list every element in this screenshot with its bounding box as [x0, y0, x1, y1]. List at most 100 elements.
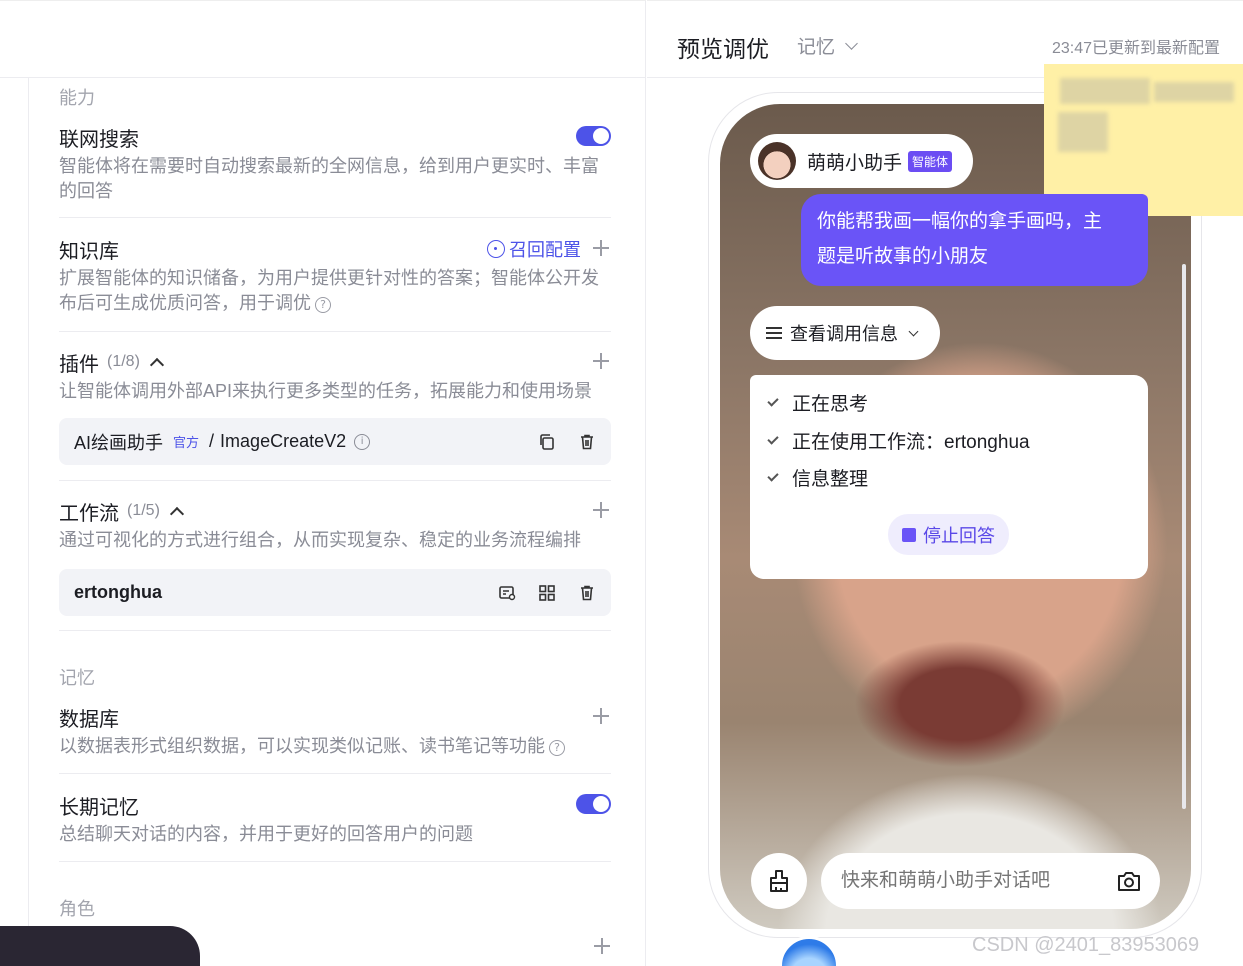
delete-icon[interactable]	[578, 433, 596, 451]
divider	[59, 861, 611, 862]
step-item: 信息整理	[767, 464, 869, 491]
plugin-api-name: ImageCreateV2	[220, 431, 347, 451]
progress-card: 正在思考 正在使用工作流：ertonghua 信息整理 停止回答	[750, 375, 1148, 579]
preview-title: 预览调优	[677, 36, 769, 62]
web-search-desc: 智能体将在需要时自动搜索最新的全网信息，给到用户更实时、丰富的回答	[59, 156, 599, 201]
target-icon	[487, 240, 505, 258]
chevron-up-icon[interactable]	[149, 357, 164, 373]
long-memory-toggle[interactable]	[576, 794, 611, 814]
floating-assistant-button[interactable]	[779, 936, 839, 966]
step-item: 正在思考	[767, 389, 869, 416]
add-database-button[interactable]	[591, 706, 611, 726]
workflow-header[interactable]: 工作流 (1/5)	[59, 498, 611, 525]
memory-dropdown-label: 记忆	[797, 37, 836, 58]
plugins-count: (1/8)	[107, 353, 140, 370]
workflow-actions	[498, 584, 596, 602]
long-memory-desc: 总结聊天对话的内容，并用于更好的回答用户的问题	[59, 824, 473, 844]
watermark: CSDN @2401_83953069	[972, 934, 1200, 956]
add-plugin-button[interactable]	[591, 351, 611, 371]
plugin-actions	[538, 433, 596, 451]
divider	[59, 331, 611, 332]
workflow-count: (1/5)	[127, 502, 160, 519]
chat-scrollbar[interactable]	[1182, 264, 1186, 809]
add-knowledge-button[interactable]	[591, 238, 611, 258]
section-ability: 能力	[59, 88, 95, 108]
stop-label: 停止回答	[923, 525, 995, 546]
check-icon	[767, 469, 779, 482]
brush-icon	[770, 870, 788, 892]
help-icon[interactable]: ?	[549, 740, 565, 756]
config-header	[0, 0, 646, 78]
database-title: 数据库	[59, 708, 119, 731]
help-icon[interactable]: ?	[315, 297, 331, 313]
chevron-down-icon	[845, 36, 858, 50]
recall-config-link[interactable]: 召回配置	[487, 236, 581, 262]
recall-config-label: 召回配置	[509, 240, 581, 260]
database-desc: 以数据表形式组织数据，可以实现类似记账、读书笔记等功能?	[59, 734, 611, 759]
chat-input[interactable]	[821, 853, 1160, 909]
long-memory-item: 长期记忆 总结聊天对话的内容，并用于更好的回答用户的问题	[59, 792, 611, 847]
chevron-down-icon	[908, 326, 919, 336]
update-status: 23:47已更新到最新配置	[1052, 40, 1221, 57]
step-label: 信息整理	[792, 469, 869, 490]
divider	[59, 480, 611, 481]
stop-answer-button[interactable]: 停止回答	[888, 514, 1009, 555]
grid-icon[interactable]	[538, 584, 556, 602]
list-icon	[766, 326, 782, 340]
memory-dropdown[interactable]: 记忆	[797, 32, 858, 59]
divider	[59, 630, 611, 631]
check-icon	[767, 394, 779, 407]
copy-icon[interactable]	[538, 433, 556, 451]
clear-context-button[interactable]	[751, 853, 807, 909]
add-role-button[interactable]	[592, 936, 612, 956]
web-search-item: 联网搜索 智能体将在需要时自动搜索最新的全网信息，给到用户更实时、丰富的回答	[59, 124, 611, 204]
settings-card-icon[interactable]	[498, 584, 516, 602]
blurred-text	[1058, 112, 1108, 152]
plugins-title: 插件	[59, 353, 99, 376]
long-memory-title: 长期记忆	[59, 796, 139, 819]
knowledge-item: 知识库 召回配置 扩展智能体的知识储备，为用户提供更针对性的答案；智能体公开发布…	[59, 236, 611, 316]
call-info-label: 查看调用信息	[790, 324, 898, 344]
step-label: 正在思考	[792, 394, 869, 415]
official-badge: 官方	[173, 435, 200, 450]
web-search-title: 联网搜索	[59, 128, 139, 151]
plugins-item: 插件 (1/8) 让智能体调用外部API来执行更多类型的任务，拓展能力和使用场景	[59, 349, 611, 404]
database-desc-text: 以数据表形式组织数据，可以实现类似记账、读书笔记等功能	[59, 736, 545, 756]
user-message-line: 你能帮我画一幅你的拿手画吗，主	[817, 211, 1103, 232]
bot-header[interactable]: 萌萌小助手 智能体	[750, 134, 973, 188]
plugins-desc: 让智能体调用外部API来执行更多类型的任务，拓展能力和使用场景	[59, 381, 593, 401]
workflow-desc: 通过可视化的方式进行组合，从而实现复杂、稳定的业务流程编排	[59, 530, 581, 550]
blurred-text	[1060, 78, 1150, 104]
app-root: 能力 联网搜索 智能体将在需要时自动搜索最新的全网信息，给到用户更实时、丰富的回…	[0, 0, 1243, 966]
section-role: 角色	[59, 899, 95, 919]
blurred-text	[1154, 82, 1234, 102]
agent-badge: 智能体	[908, 150, 953, 172]
plugin-name: AI绘画助手	[74, 432, 164, 453]
plugin-card: AI绘画助手 官方 / ImageCreateV2 i	[59, 418, 611, 465]
plugins-header[interactable]: 插件 (1/8)	[59, 349, 611, 376]
workflow-name: ertonghua	[74, 582, 162, 602]
web-search-toggle[interactable]	[576, 126, 611, 146]
user-message: 你能帮我画一幅你的拿手画吗，主 题是听故事的小朋友	[801, 194, 1148, 286]
chevron-up-icon[interactable]	[169, 506, 184, 522]
view-call-info-button[interactable]: 查看调用信息	[750, 306, 940, 360]
divider	[59, 773, 611, 774]
bot-name: 萌萌小助手	[807, 152, 903, 174]
workflow-item: 工作流 (1/5) 通过可视化的方式进行组合，从而实现复杂、稳定的业务流程编排	[59, 498, 611, 553]
stop-icon	[902, 527, 916, 542]
nav-rail-divider	[28, 78, 29, 966]
workflow-card: ertonghua	[59, 569, 611, 616]
section-memory: 记忆	[59, 668, 95, 688]
bot-avatar	[758, 142, 796, 180]
user-avatar-widget[interactable]	[0, 926, 200, 966]
add-workflow-button[interactable]	[591, 500, 611, 520]
database-item: 数据库 以数据表形式组织数据，可以实现类似记账、读书笔记等功能?	[59, 704, 611, 759]
plugin-separator: /	[209, 431, 215, 451]
camera-icon[interactable]	[1116, 868, 1142, 894]
knowledge-desc: 扩展智能体的知识储备，为用户提供更针对性的答案；智能体公开发布后可生成优质问答，…	[59, 266, 611, 316]
step-item: 正在使用工作流：ertonghua	[767, 427, 1030, 454]
info-icon[interactable]: i	[354, 433, 371, 450]
divider	[59, 217, 611, 218]
check-icon	[767, 432, 779, 445]
delete-icon[interactable]	[578, 584, 596, 602]
